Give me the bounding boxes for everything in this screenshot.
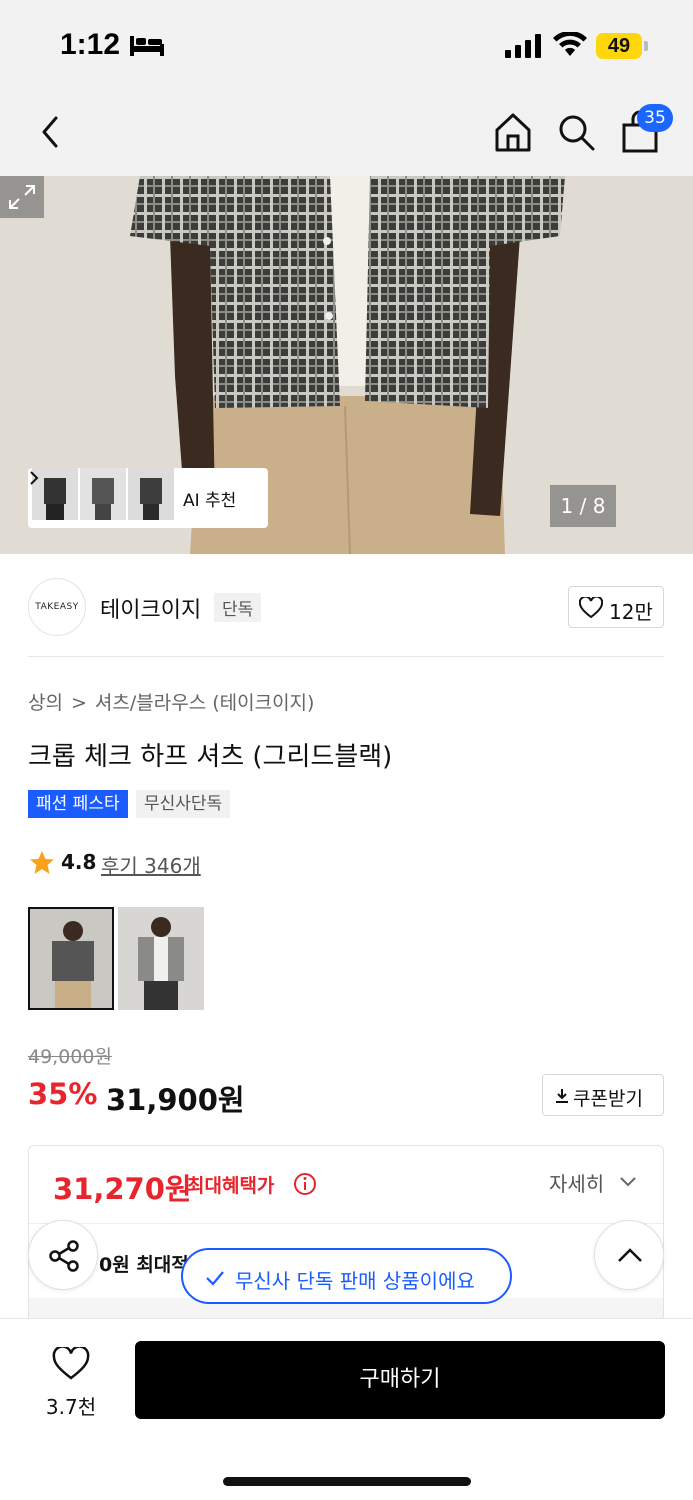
product-image-gallery[interactable]: AI 추천 1 / 8 [0,176,693,554]
benefit-detail-toggle[interactable]: 자세히 [549,1168,604,1197]
home-indicator [223,1477,471,1486]
scroll-top-button[interactable] [594,1220,664,1290]
exclusive-toast: 무신사 단독 판매 상품이에요 [181,1248,512,1304]
buy-button[interactable]: 구매하기 [135,1341,665,1419]
divider [28,656,664,657]
heart-icon [579,597,603,619]
chevron-down-icon [620,1177,636,1187]
coupon-button[interactable]: 쿠폰받기 [542,1074,664,1116]
max-benefit-price: 31,270원 [53,1172,192,1206]
fashion-festa-badge: 패션 페스타 [28,790,128,818]
back-icon[interactable] [36,110,66,154]
breadcrumb-item-category[interactable]: 상의 [28,692,63,714]
wifi-icon [553,32,587,56]
battery-level: 49 [596,33,642,59]
bottom-action-bar: 3.7천 구매하기 [0,1318,693,1500]
rating-score: 4.8 [61,850,97,874]
search-icon[interactable] [556,110,596,154]
brand-like-button[interactable]: 12만 [568,586,664,628]
ai-recommend-label: AI 추천 [183,491,237,511]
home-icon[interactable] [493,110,533,154]
ai-recommend-card[interactable]: AI 추천 [28,468,268,528]
expand-icon[interactable] [0,176,44,218]
original-price: 49,000원 [28,1046,112,1068]
product-title: 크롭 체크 하프 셔츠 (그리드블랙) [28,742,393,772]
brand-exclusive-tag: 단독 [214,593,262,622]
exclusive-badge: 무신사단독 [136,790,231,818]
review-count-link[interactable]: 후기 346개 [101,850,201,879]
sale-price: 31,900원 [106,1083,245,1117]
chevron-right-icon [30,471,39,485]
color-option-image [30,909,112,1008]
breadcrumb-item-subcategory[interactable]: 셔츠/블라우스 (테이크이지) [95,692,315,714]
wishlist-count: 3.7천 [45,1395,97,1419]
color-option-2[interactable] [118,907,204,1010]
toast-text: 무신사 단독 판매 상품이에요 [235,1269,475,1293]
cart-count-badge: 35 [637,104,673,132]
sleep-mode-icon [130,36,164,56]
benefit-row-text: 0원 최대적 [99,1254,189,1276]
color-option-image [118,907,204,1010]
chevron-up-icon [618,1248,642,1262]
discount-rate: 35% [28,1077,98,1111]
ai-thumb-2 [80,468,126,520]
breadcrumb-separator: > [70,692,87,714]
brand-like-count: 12만 [609,600,653,624]
breadcrumb: 상의 > 셔츠/블라우스 (테이크이지) [28,688,314,715]
divider [29,1223,663,1224]
top-nav: 35 [0,92,693,176]
brand-logo[interactable]: TAKEASY [28,578,86,636]
heart-icon [52,1347,90,1380]
download-icon [556,1089,568,1103]
color-option-1[interactable] [28,907,114,1010]
info-icon[interactable] [293,1172,317,1196]
check-icon [206,1271,224,1286]
status-bar: 1:12 49 [0,0,693,92]
status-time: 1:12 [60,28,121,61]
ai-thumb-3 [128,468,174,520]
max-benefit-label: 최대혜택가 [187,1175,275,1197]
share-button[interactable] [28,1220,98,1290]
brand-name[interactable]: 테이크이지 [100,592,201,624]
coupon-label: 쿠폰받기 [573,1088,643,1110]
cellular-signal-icon [505,34,541,58]
star-icon [30,851,54,874]
share-icon [49,1240,79,1272]
image-counter: 1 / 8 [550,485,616,527]
battery-indicator: 49 [596,33,648,59]
wishlist-button[interactable]: 3.7천 [40,1343,102,1423]
